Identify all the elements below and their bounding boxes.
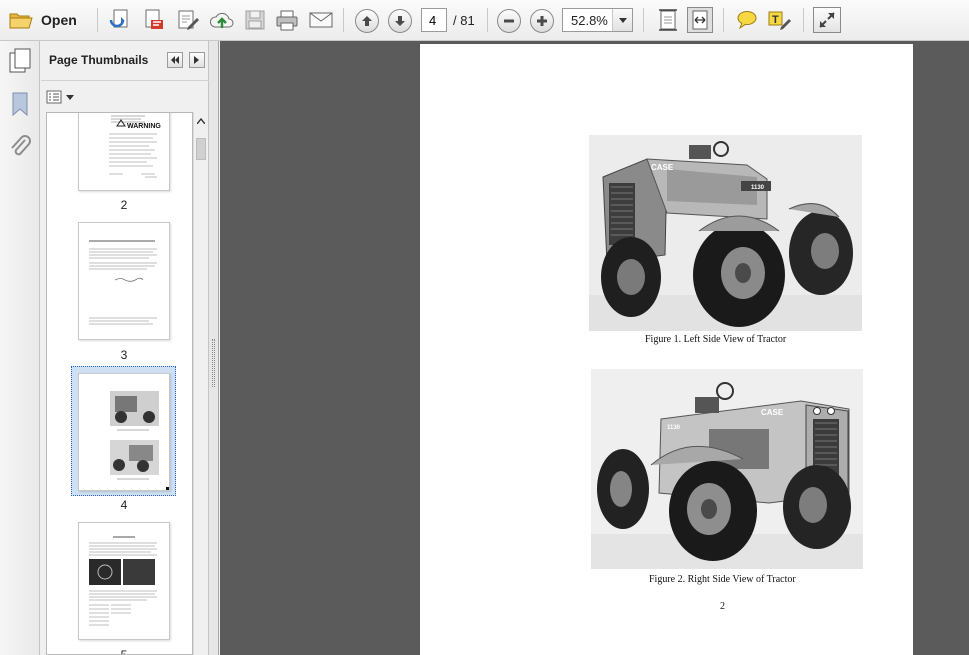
- attachments-tab[interactable]: [9, 134, 31, 163]
- thumbnail-page-2[interactable]: WARNING: [78, 113, 170, 191]
- scrollbar-thumb[interactable]: [196, 138, 206, 160]
- toolbar-separator: [723, 8, 724, 32]
- plus-icon: [537, 16, 547, 26]
- print-button[interactable]: [273, 7, 301, 33]
- tractor-brand-text-2: CASE: [761, 408, 784, 417]
- zoom-select[interactable]: 52.8%: [562, 8, 633, 32]
- thumbnail-page-5-preview: [89, 536, 157, 626]
- figure-2-photo: CASE 1130: [591, 369, 863, 569]
- zoom-out-button[interactable]: [497, 9, 521, 33]
- thumbnail-page-5[interactable]: [78, 522, 170, 640]
- fit-page-icon: [659, 9, 677, 31]
- thumbnail-options-button[interactable]: [46, 88, 74, 106]
- panel-menu-button[interactable]: [189, 52, 205, 68]
- thumbnail-label-3: 3: [120, 348, 128, 362]
- expand-icon: [819, 12, 835, 28]
- save-button[interactable]: [242, 7, 268, 33]
- comment-button[interactable]: [734, 7, 760, 33]
- tractor-model-text-2: 1130: [667, 425, 681, 431]
- printer-icon: [276, 10, 298, 31]
- thumbnail-page-4-preview: [110, 391, 169, 490]
- page-number-footer: 2: [720, 601, 725, 612]
- thumbnail-page-2-preview: WARNING: [109, 115, 161, 178]
- collapse-panel-button[interactable]: [167, 52, 183, 68]
- page-thumbnails-tab[interactable]: [8, 48, 32, 77]
- create-pdf-icon: [109, 9, 128, 28]
- figure-1-caption: Figure 1. Left Side View of Tractor: [645, 334, 787, 345]
- arrow-down-icon: [395, 16, 405, 26]
- thumbnail-label-4: 4: [120, 498, 128, 512]
- chevron-down-icon: [618, 17, 627, 23]
- chevron-down-icon: [66, 94, 74, 100]
- toolbar-separator: [343, 8, 344, 32]
- pdf-export-icon: [145, 9, 163, 29]
- email-button[interactable]: [307, 7, 335, 33]
- tractor-right-side-image: CASE 1130: [591, 369, 863, 569]
- splitter-grip[interactable]: [212, 339, 215, 387]
- navigation-rail: [0, 41, 40, 655]
- save-icon: [245, 10, 265, 30]
- svg-text:T: T: [772, 14, 779, 26]
- thumbnail-label-2: 2: [120, 198, 128, 212]
- arrow-up-icon: [362, 16, 372, 26]
- document-view[interactable]: CASE 1130 Figure 1. Left Side View of Tr…: [220, 41, 969, 655]
- previous-page-button[interactable]: [355, 9, 379, 33]
- open-label: Open: [41, 12, 77, 28]
- edit-pdf-button[interactable]: [175, 7, 201, 33]
- double-chevron-left-icon: [171, 56, 179, 64]
- bookmark-icon: [12, 92, 28, 117]
- options-list-icon: [46, 90, 62, 104]
- cloud-upload-icon: [209, 12, 234, 28]
- panel-title: Page Thumbnails: [49, 53, 149, 67]
- toolbar-separator: [487, 8, 488, 32]
- toolbar-separator: [97, 8, 98, 32]
- thumbnail-page-3-preview: [89, 240, 157, 325]
- folder-icon: [9, 13, 33, 29]
- edit-icon: [178, 10, 199, 30]
- attachment-icon: [11, 135, 31, 156]
- figure-2-caption: Figure 2. Right Side View of Tractor: [649, 574, 796, 585]
- document-page: CASE 1130 Figure 1. Left Side View of Tr…: [420, 44, 913, 655]
- export-pdf-button[interactable]: [141, 7, 167, 33]
- panel-header: Page Thumbnails: [41, 41, 209, 81]
- toolbar-separator: [643, 8, 644, 32]
- page-number-input[interactable]: [421, 8, 447, 32]
- thumbnail-scrollbar[interactable]: [193, 112, 207, 655]
- main-toolbar: Open 4 / 81 52.8% T: [0, 0, 969, 41]
- thumbnail-label-5: 5: [120, 648, 128, 655]
- thumbnail-list[interactable]: WARNING 2 3 4 5: [46, 112, 193, 655]
- tractor-model-text: 1130: [751, 185, 765, 191]
- page-thumbnails-panel: Page Thumbnails WARNING 2 3 4 5: [41, 41, 209, 655]
- upload-cloud-button[interactable]: [208, 7, 236, 33]
- envelope-icon: [309, 12, 333, 28]
- next-page-button[interactable]: [388, 9, 412, 33]
- pages-icon: [9, 48, 31, 73]
- figure-1-photo: CASE 1130: [589, 135, 862, 331]
- chevron-right-icon: [194, 56, 199, 64]
- panel-splitter[interactable]: [209, 41, 219, 655]
- page-count: / 81: [453, 13, 475, 28]
- tractor-brand-text: CASE: [651, 163, 674, 172]
- thumbnail-page-3[interactable]: [78, 222, 170, 340]
- toolbar-separator: [803, 8, 804, 32]
- bookmarks-tab[interactable]: [10, 91, 30, 120]
- fit-page-button[interactable]: [655, 7, 681, 33]
- zoom-in-button[interactable]: [530, 9, 554, 33]
- highlighter-icon: T: [768, 11, 791, 30]
- zoom-dropdown-toggle[interactable]: [612, 9, 632, 31]
- zoom-value: 52.8%: [571, 13, 608, 28]
- thumbnail-warning-text: WARNING: [127, 123, 161, 130]
- speech-bubble-icon: [737, 11, 757, 30]
- tractor-left-side-image: CASE 1130: [589, 135, 862, 331]
- scroll-up-icon[interactable]: [197, 118, 205, 124]
- thumbnail-page-4[interactable]: [78, 373, 170, 491]
- full-screen-button[interactable]: [813, 7, 841, 33]
- open-button[interactable]: Open: [6, 7, 82, 33]
- minus-icon: [504, 19, 514, 23]
- highlight-text-button[interactable]: T: [766, 7, 792, 33]
- create-pdf-button[interactable]: [108, 7, 134, 33]
- fit-width-button[interactable]: [687, 7, 713, 33]
- fit-width-icon: [692, 10, 708, 30]
